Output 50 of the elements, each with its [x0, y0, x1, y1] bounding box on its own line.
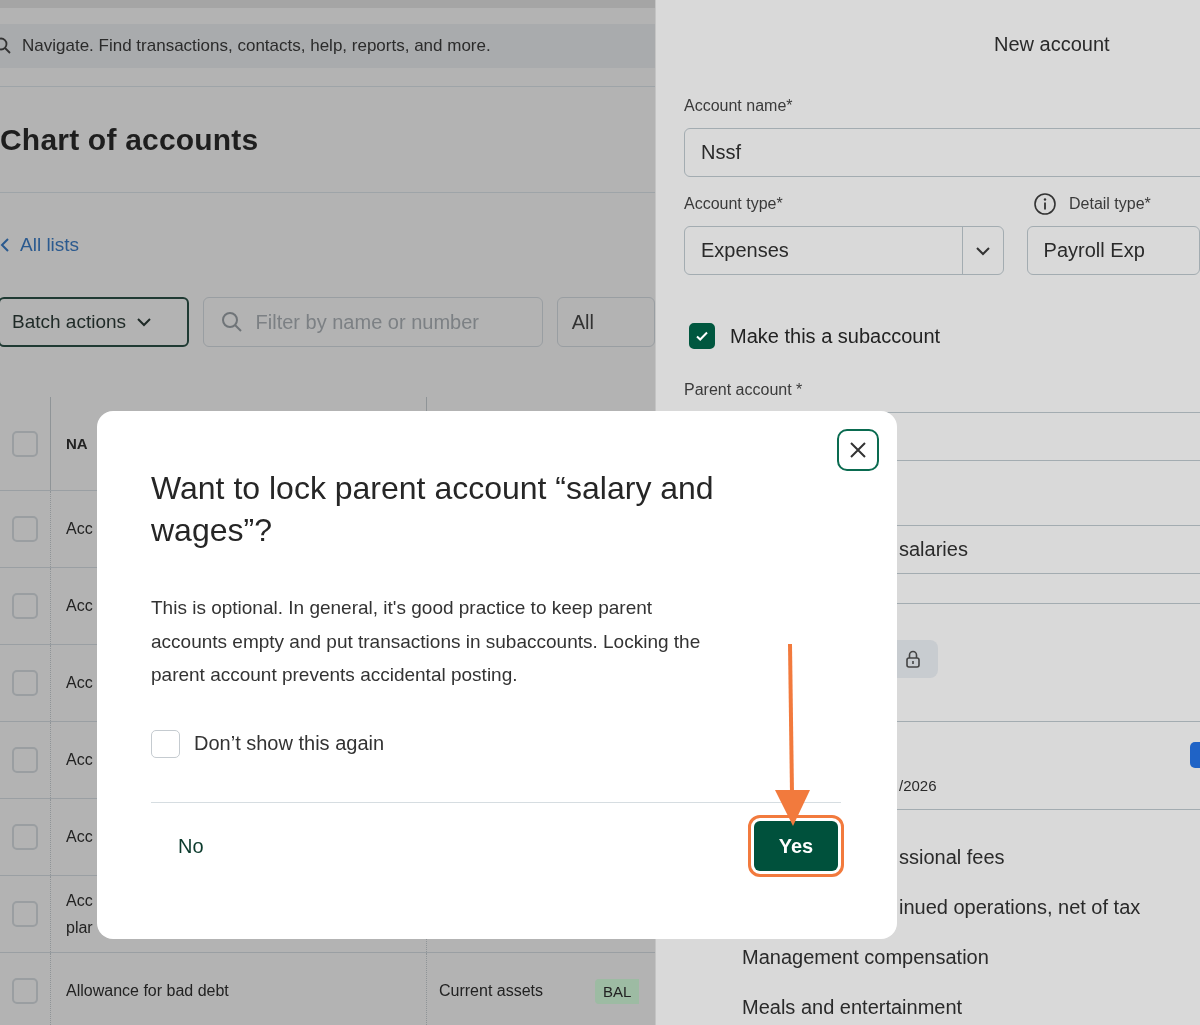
checkbox[interactable]	[12, 670, 38, 696]
column-header: NA	[66, 435, 88, 452]
checkbox-label: Don’t show this again	[194, 732, 385, 755]
account-type: Current assets	[439, 982, 544, 1000]
checkbox[interactable]	[689, 323, 715, 349]
field-label: Account name*	[684, 97, 793, 115]
search-field[interactable]: Navigate. Find transactions, contacts, help, reports, and more.	[0, 24, 655, 68]
account-name: Acc	[66, 674, 93, 692]
checkbox[interactable]	[12, 430, 38, 457]
detail-type-option[interactable]: inued operations, net of tax	[899, 895, 1141, 919]
page-title: Chart of accounts	[0, 122, 259, 157]
chevron-down-icon	[136, 317, 153, 327]
field-label: Detail type*	[1069, 195, 1151, 213]
account-name: Acc	[66, 751, 93, 769]
checkbox[interactable]	[12, 516, 38, 542]
checkbox[interactable]	[12, 747, 38, 773]
detail-type-option[interactable]: ssional fees	[899, 845, 1005, 869]
date-text: /2026	[899, 777, 937, 794]
field-label: Account type*	[684, 195, 784, 213]
dialog-title: Want to lock parent account “salary and wages”?	[151, 469, 715, 550]
account-name: Acc	[66, 828, 93, 846]
account-name: Acc	[66, 520, 93, 538]
checkbox[interactable]	[12, 824, 38, 850]
info-icon[interactable]	[1033, 192, 1057, 216]
close-icon	[849, 441, 867, 459]
checkbox[interactable]	[12, 978, 38, 1004]
checkbox[interactable]	[12, 901, 38, 927]
chevron-left-icon	[0, 237, 10, 253]
field-value: salaries	[899, 538, 968, 561]
dialog-message: This is optional. In general, it's good practice to keep parent accounts empty and put transactions in subaccounts. Locking the parent account prevents accidental posting.	[151, 596, 702, 687]
account-name: Acc	[66, 597, 93, 615]
account-name-field[interactable]: Nssf	[684, 128, 1200, 177]
detail-type-option[interactable]: Meals and entertainment	[742, 995, 963, 1019]
batch-actions-button[interactable]: Batch actions	[0, 297, 189, 347]
field-label: Parent account *	[684, 381, 803, 399]
close-button[interactable]	[837, 429, 879, 471]
detail-type-option[interactable]: Management compensation	[742, 945, 989, 969]
account-name: Acc plar	[66, 891, 93, 938]
checkbox-label: Make this a subaccount	[730, 324, 941, 348]
drawer-title: New account	[994, 32, 1110, 56]
checkbox[interactable]	[12, 593, 38, 619]
status-badge	[1190, 742, 1200, 768]
chevron-down-icon	[974, 245, 991, 256]
lock-icon	[906, 650, 920, 668]
account-type-select[interactable]: Expenses	[684, 226, 1004, 275]
search-icon	[219, 310, 244, 334]
detail-tag: BAL	[595, 978, 640, 1004]
detail-type-field[interactable]: Payroll Exp	[1026, 226, 1200, 275]
no-button[interactable]: No	[151, 828, 231, 864]
account-name: Allowance for bad debt	[66, 982, 229, 1000]
